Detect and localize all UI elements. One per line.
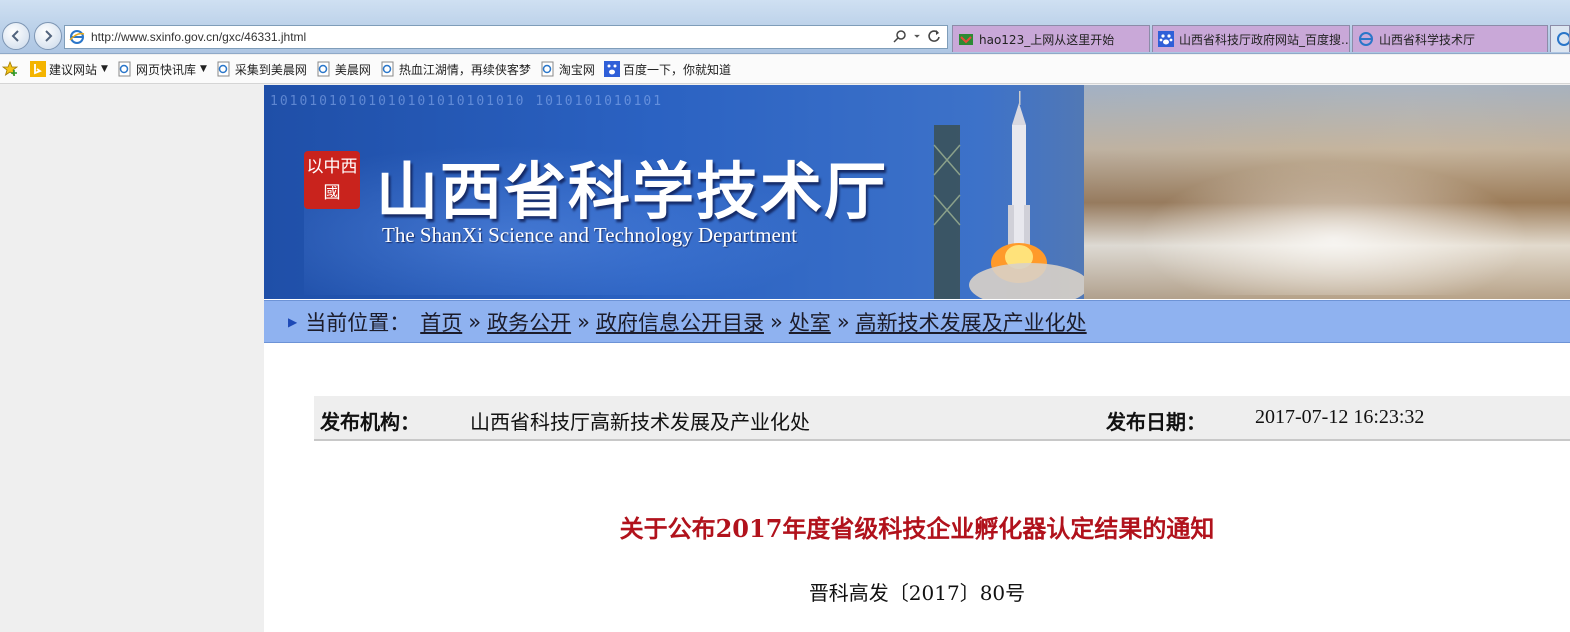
breadcrumb-link-home[interactable]: 首页	[420, 307, 462, 337]
ie-page-icon	[118, 61, 131, 77]
china-seal-logo: 以中西國	[304, 151, 360, 209]
chevron-down-icon[interactable]	[913, 29, 921, 43]
favorite-label: 热血江湖情，再续侠客梦	[398, 62, 531, 77]
favorites-star-button[interactable]	[2, 61, 21, 77]
chevron-down-icon[interactable]: ▼	[200, 64, 207, 74]
breadcrumb-separator: »	[468, 309, 482, 334]
favorite-label: 淘宝网	[558, 62, 595, 77]
refresh-icon[interactable]	[927, 29, 941, 43]
breadcrumb-arrow-icon: ▶	[288, 314, 298, 329]
breadcrumb-separator: »	[577, 309, 590, 334]
publisher-label: 发布机构：	[320, 410, 420, 434]
favorite-label: 美晨网	[334, 62, 371, 77]
document-number: 晋科高发〔2017〕80号	[808, 581, 1026, 605]
ie-page-icon	[541, 61, 554, 77]
breadcrumb-link-departments[interactable]: 处室	[789, 307, 831, 337]
back-button[interactable]	[2, 22, 30, 50]
favorite-item[interactable]: 建议网站 ▼	[30, 61, 108, 78]
banner-binary-decoration: 10101010101010101010101010 1010101010101	[270, 94, 664, 109]
breadcrumb-separator: »	[836, 309, 850, 334]
favorite-label: 百度一下，你就知道	[622, 62, 731, 77]
search-icon[interactable]	[893, 29, 907, 43]
ie-page-icon	[217, 61, 230, 77]
favorite-label: 建议网站	[49, 62, 98, 77]
webpage: 10101010101010101010101010 1010101010101…	[264, 85, 1570, 632]
breadcrumb-prefix: 当前位置：	[305, 310, 411, 335]
tab-hao123[interactable]: hao123_上网从这里开始	[952, 25, 1150, 52]
forward-arrow-icon	[45, 30, 53, 42]
bing-icon	[30, 61, 46, 77]
site-banner: 10101010101010101010101010 1010101010101…	[264, 85, 1570, 299]
favorite-item[interactable]: 百度一下，你就知道	[603, 61, 731, 78]
breadcrumb-link-gov-affairs[interactable]: 政务公开	[487, 307, 571, 337]
document-title: 关于公布2017年度省级科技企业孵化器认定结果的通知	[619, 514, 1215, 543]
site-title: 山西省科学技术厅	[376, 155, 889, 228]
address-url[interactable]: http://www.sxinfo.gov.cn/gxc/46331.jhtml	[91, 30, 306, 44]
tab-baidu-search[interactable]: 山西省科技厅政府网站_百度搜...	[1152, 25, 1350, 52]
baidu-paw-icon	[1158, 31, 1174, 47]
forward-button[interactable]	[34, 22, 62, 50]
tab-label: 山西省科学技术厅	[1379, 32, 1476, 47]
publish-date-value: 2017-07-12 16:23:32	[1255, 406, 1425, 428]
publish-date-label: 发布日期：	[1106, 410, 1206, 434]
tab-label: hao123_上网从这里开始	[979, 32, 1115, 47]
ie-page-icon	[1557, 32, 1569, 46]
favorite-item[interactable]: 淘宝网	[540, 61, 595, 78]
favorite-item[interactable]: 热血江湖情，再续侠客梦	[380, 61, 531, 78]
ie-page-icon	[317, 61, 330, 77]
tab-label: 山西省科技厅政府网站_百度搜...	[1179, 32, 1350, 47]
page-left-margin	[0, 85, 264, 632]
breadcrumb-link-hightech-dept[interactable]: 高新技术发展及产业化处	[856, 307, 1087, 337]
favorite-item[interactable]: 网页快讯库 ▼	[117, 61, 207, 78]
publish-info-bar: 发布机构： 山西省科技厅高新技术发展及产业化处 发布日期： 2017-07-12…	[314, 396, 1570, 441]
favorite-label: 网页快讯库	[135, 62, 196, 77]
rocket-launch-image	[933, 91, 1084, 299]
ie-page-icon	[1359, 32, 1373, 46]
breadcrumb: ▶ 当前位置： 首页 » 政务公开 » 政府信息公开目录 » 处室 » 高新技术…	[264, 300, 1570, 343]
star-add-icon	[2, 61, 18, 76]
breadcrumb-separator: »	[769, 309, 783, 334]
baidu-icon	[603, 61, 620, 77]
site-subtitle: The ShanXi Science and Technology Depart…	[382, 223, 798, 247]
favorite-item[interactable]: 采集到美晨网	[216, 61, 307, 78]
ie-page-icon	[381, 61, 394, 77]
browser-toolbar: http://www.sxinfo.gov.cn/gxc/46331.jhtml…	[0, 0, 1570, 54]
favorite-label: 采集到美晨网	[234, 62, 307, 77]
favorite-item[interactable]: 美晨网	[316, 61, 371, 78]
favorites-bar: 建议网站 ▼ 网页快讯库 ▼ 采集到美晨网 美晨网 热血江湖情，再续侠客梦 淘宝…	[0, 55, 1570, 84]
waterfall-mist	[1124, 155, 1544, 295]
breadcrumb-link-info-catalog[interactable]: 政府信息公开目录	[596, 307, 764, 337]
ie-page-icon	[69, 30, 85, 44]
hao123-icon	[959, 34, 973, 45]
back-arrow-icon	[11, 30, 19, 42]
chevron-down-icon[interactable]: ▼	[101, 64, 108, 74]
tab-new[interactable]	[1550, 25, 1570, 52]
address-bar[interactable]: http://www.sxinfo.gov.cn/gxc/46331.jhtml	[64, 25, 948, 49]
tab-sxinfo[interactable]: 山西省科学技术厅	[1352, 25, 1548, 52]
publisher-value: 山西省科技厅高新技术发展及产业化处	[470, 410, 810, 434]
